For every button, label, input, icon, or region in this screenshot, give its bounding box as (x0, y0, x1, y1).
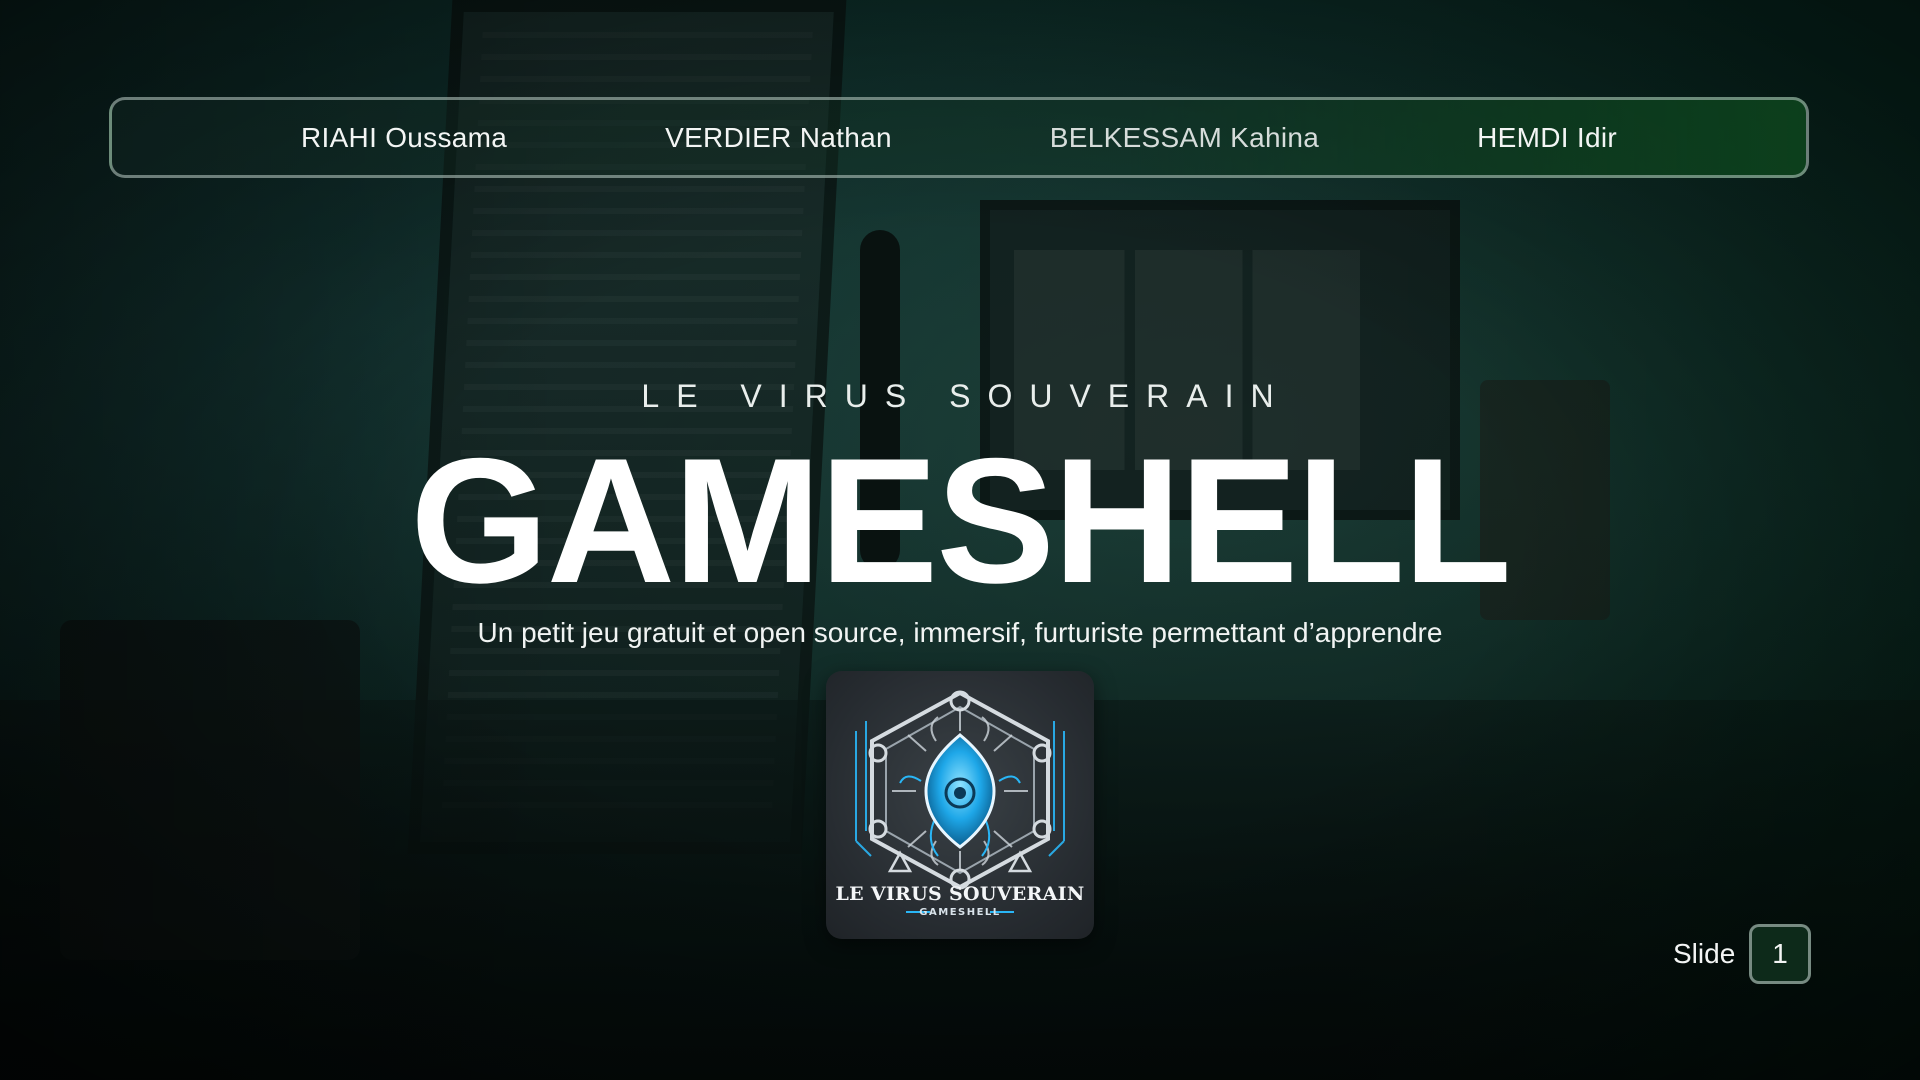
team-member-name: HEMDI Idir (1477, 121, 1618, 153)
logo-subtitle: GAMESHELL (919, 907, 1001, 918)
game-logo: LE VIRUS SOUVERAIN GAMESHELL (826, 671, 1094, 939)
hero-title: GAMESHELL (410, 421, 1511, 620)
hero-tagline: Un petit jeu gratuit et open source, imm… (477, 617, 1443, 648)
slide-number: 1 (1749, 924, 1811, 984)
slide-label: Slide (1673, 938, 1736, 969)
team-member-name: RIAHI Oussama (300, 121, 508, 153)
slide-stage: RIAHI Oussama VERDIER Nathan BELKESSAM K… (0, 0, 1920, 1080)
team-names-bar: RIAHI Oussama VERDIER Nathan BELKESSAM K… (109, 97, 1809, 178)
logo-title: LE VIRUS SOUVERAIN (835, 883, 1085, 905)
hero-kicker: LE VIRUS SOUVERAIN (641, 378, 1291, 414)
team-member-name: BELKESSAM Kahina (1049, 121, 1320, 153)
team-member-name: VERDIER Nathan (665, 121, 892, 153)
